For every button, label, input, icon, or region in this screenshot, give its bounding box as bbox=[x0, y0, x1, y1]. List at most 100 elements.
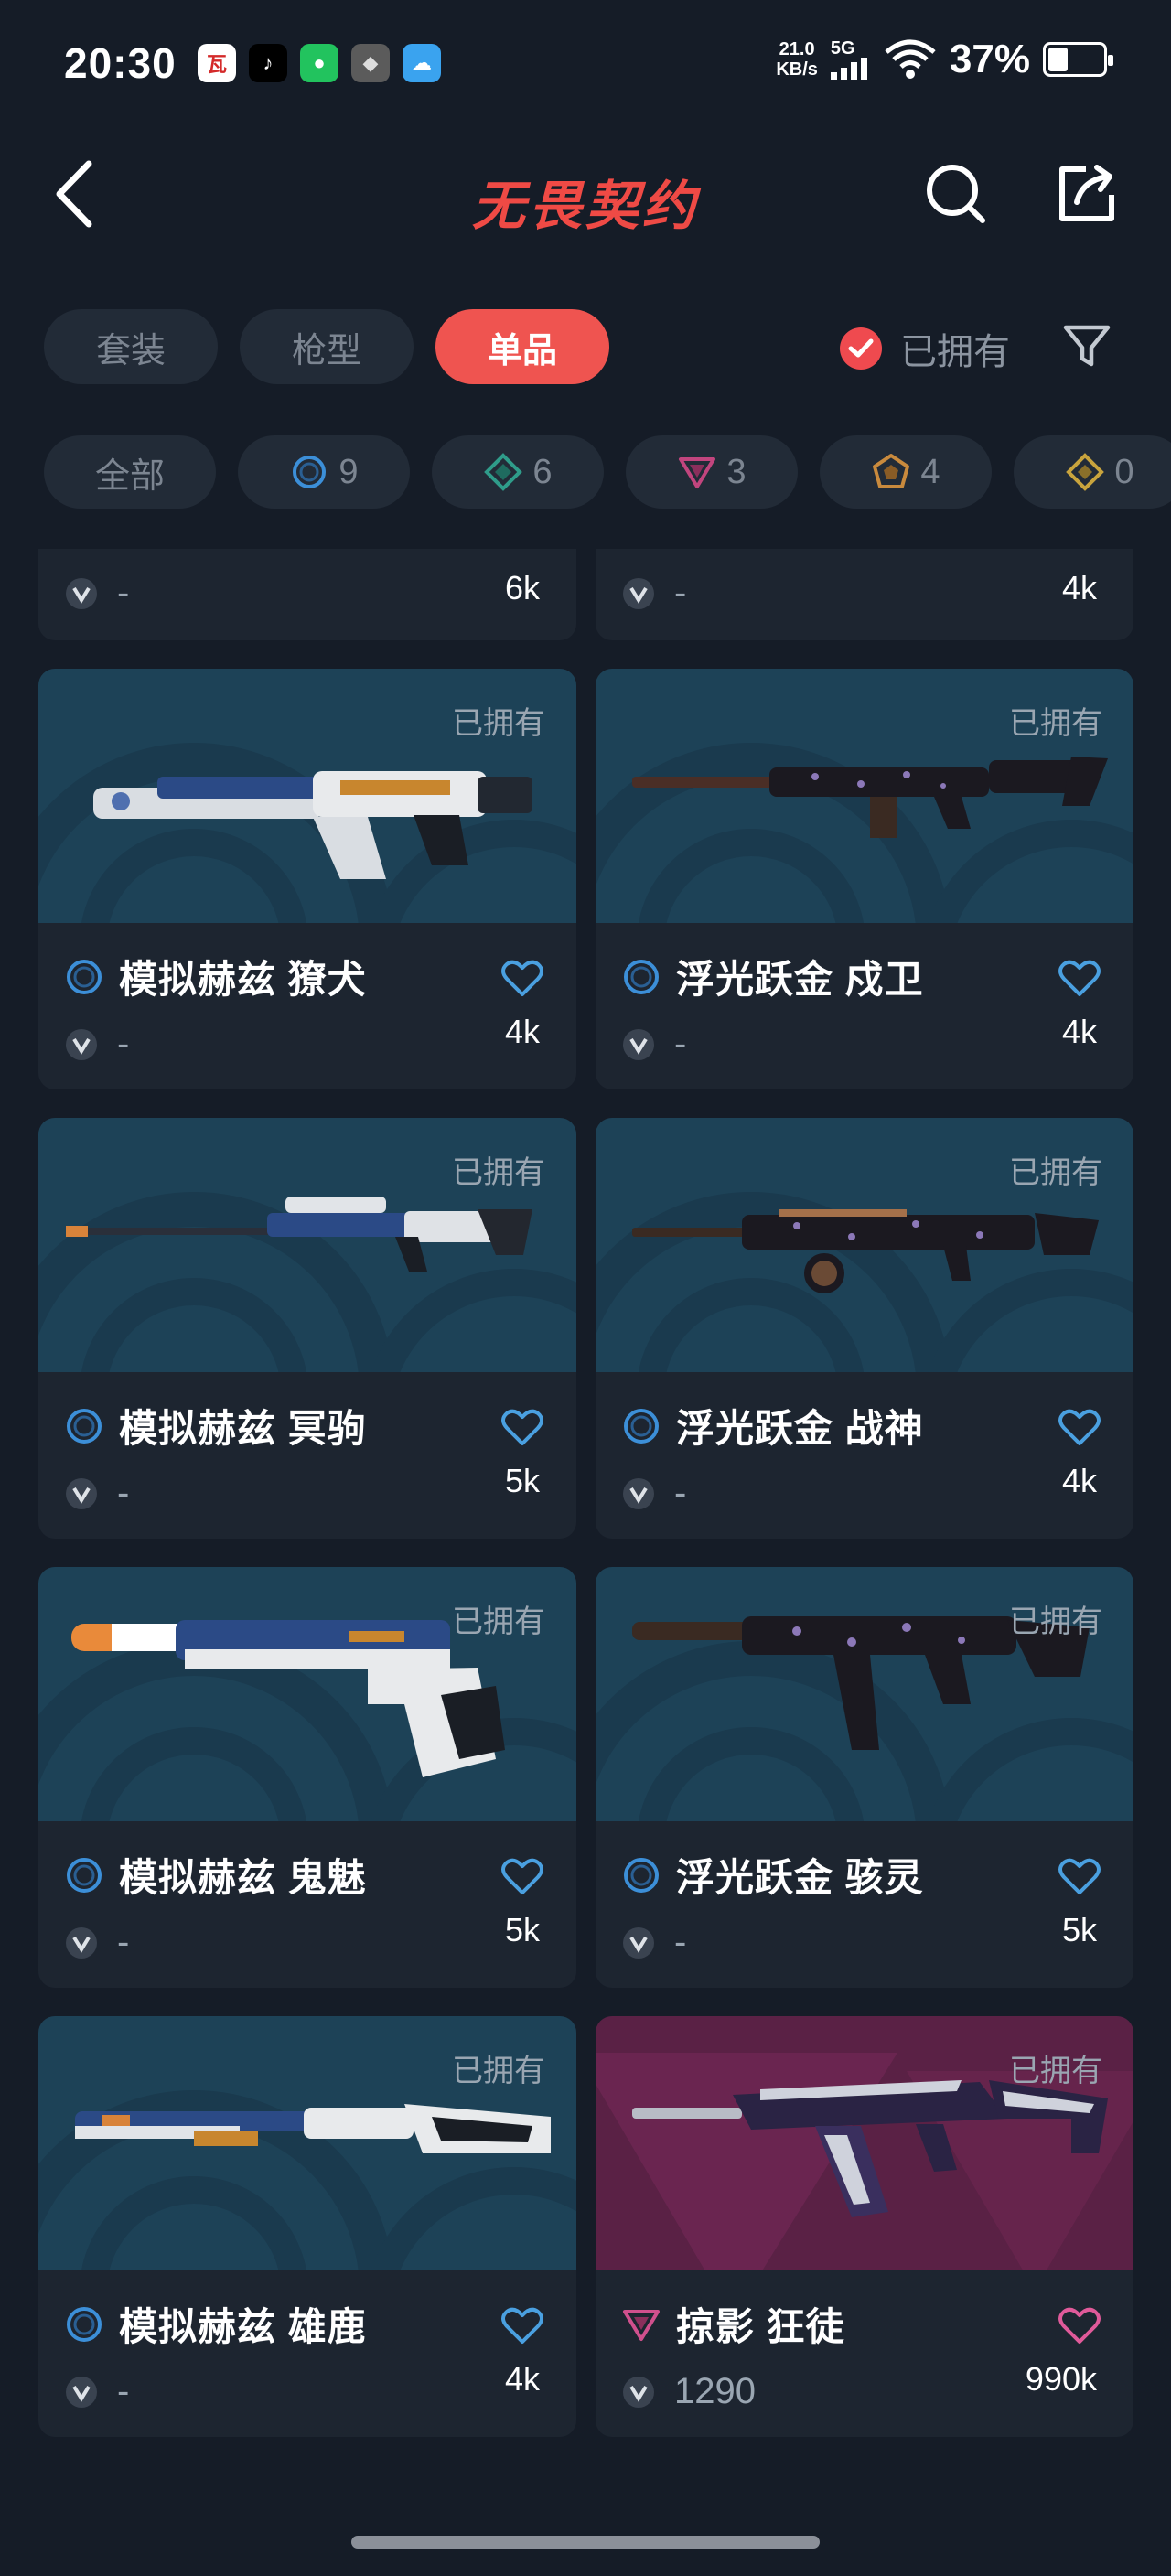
owned-badge: 已拥有 bbox=[452, 706, 545, 741]
item-title-row: 模拟赫兹 獠犬 bbox=[64, 949, 367, 1004]
vp-value: - bbox=[117, 1922, 130, 1962]
rarity-chip-count: 6 bbox=[532, 452, 553, 491]
tab-single-items[interactable]: 单品 bbox=[435, 309, 609, 384]
wechat-icon: ● bbox=[300, 44, 338, 82]
rarity-chip-count: 3 bbox=[726, 452, 747, 491]
item-price: 4k bbox=[504, 2360, 540, 2398]
favorite-heart-icon[interactable] bbox=[501, 1409, 543, 1447]
vp-icon bbox=[66, 1927, 97, 1959]
rarity-chip-all[interactable]: 全部 bbox=[44, 435, 216, 509]
vp-value: 1290 bbox=[674, 2371, 756, 2411]
vp-value: - bbox=[674, 1922, 687, 1962]
home-indicator[interactable] bbox=[351, 2536, 820, 2549]
item-price: 990k bbox=[1025, 2360, 1097, 2398]
select-tier-icon bbox=[67, 1857, 102, 1893]
tiktok-icon: ♪ bbox=[249, 44, 287, 82]
item-grid: - 6k - 4k 已拥有 模拟赫兹 獠犬 -4k 已拥有 浮光跃金 戍卫 -4k 已拥有模… bbox=[0, 549, 1171, 2442]
battery-level bbox=[1048, 48, 1069, 71]
vp-row: - bbox=[621, 1473, 686, 1514]
battery-percent: 37% bbox=[949, 37, 1030, 81]
favorite-heart-icon[interactable] bbox=[501, 2307, 543, 2345]
item-card[interactable]: 已拥有 模拟赫兹 雄鹿 - 4k bbox=[38, 2016, 576, 2437]
item-image: 已拥有 bbox=[38, 1567, 576, 1821]
search-button[interactable] bbox=[919, 157, 993, 231]
status-bar: 20:30 瓦 ♪ ● ◆ ☁ 21.0 KB/s 5G 37% bbox=[0, 0, 1171, 128]
vp-value: - bbox=[117, 2371, 130, 2411]
item-card[interactable]: 已拥有浮光跃金 战神 - 4k bbox=[596, 1118, 1133, 1539]
item-image: 已拥有 bbox=[38, 2016, 576, 2270]
item-image: 已拥有 bbox=[38, 1118, 576, 1372]
rarity-filter-row: 全部 9 6 3 4 0 bbox=[44, 435, 1171, 509]
item-title-row: 掠影 狂徒 bbox=[621, 2296, 845, 2352]
partial-item-card[interactable]: - 6k bbox=[38, 549, 576, 640]
select-tier-icon bbox=[293, 456, 327, 488]
share-button[interactable] bbox=[1050, 157, 1123, 231]
vp-icon bbox=[66, 1028, 97, 1060]
item-name: 模拟赫兹 獠犬 bbox=[119, 958, 367, 1001]
item-name: 浮光跃金 骇灵 bbox=[676, 1856, 924, 1899]
partial-item-card[interactable]: - 4k bbox=[596, 549, 1133, 640]
vp-icon bbox=[623, 2376, 654, 2408]
vp-row: - bbox=[621, 1024, 686, 1065]
rarity-chip-count: 4 bbox=[920, 452, 940, 491]
item-title-row: 浮光跃金 骇灵 bbox=[621, 1847, 924, 1903]
item-card[interactable]: 已拥有 掠影 狂徒 1290 990k bbox=[596, 2016, 1133, 2437]
rarity-chip-count: 9 bbox=[338, 452, 359, 491]
vp-icon bbox=[623, 1927, 654, 1959]
item-price: 5k bbox=[504, 1911, 540, 1948]
rarity-chip-premium[interactable]: 3 bbox=[626, 435, 798, 509]
owned-filter-toggle[interactable]: 已拥有 bbox=[840, 322, 1010, 375]
item-card[interactable]: 已拥有 模拟赫兹 獠犬 - 4k bbox=[38, 669, 576, 1089]
vp-icon bbox=[66, 2376, 97, 2408]
tab-bundles[interactable]: 套装 bbox=[44, 309, 218, 384]
item-price: 4k bbox=[1061, 1462, 1097, 1499]
vp-row: - bbox=[64, 2371, 129, 2412]
rarity-chip-ultra[interactable]: 0 bbox=[1014, 435, 1171, 509]
status-time: 20:30 bbox=[64, 39, 177, 87]
rarity-chip-select[interactable]: 9 bbox=[238, 435, 410, 509]
select-tier-icon bbox=[67, 2306, 102, 2342]
favorite-heart-icon[interactable] bbox=[1058, 2307, 1101, 2345]
item-name: 模拟赫兹 冥驹 bbox=[119, 1407, 367, 1450]
item-card[interactable]: 已拥有 浮光跃金 戍卫 - 4k bbox=[596, 669, 1133, 1089]
item-card[interactable]: 已拥有 浮光跃金 骇灵 - 5k bbox=[596, 1567, 1133, 1988]
favorite-heart-icon[interactable] bbox=[501, 1858, 543, 1896]
item-price: 4k bbox=[1061, 569, 1097, 606]
vp-row: - bbox=[64, 1473, 129, 1514]
rarity-chip-deluxe[interactable]: 6 bbox=[432, 435, 604, 509]
select-tier-icon bbox=[624, 1408, 659, 1444]
vp-value: - bbox=[117, 1024, 130, 1064]
owned-badge: 已拥有 bbox=[1009, 706, 1102, 741]
vp-row: 1290 bbox=[621, 2371, 756, 2412]
favorite-heart-icon[interactable] bbox=[1058, 1858, 1101, 1896]
exclusive-tier-icon bbox=[873, 454, 910, 488]
owned-filter-label: 已拥有 bbox=[900, 332, 1010, 372]
favorite-heart-icon[interactable] bbox=[501, 960, 543, 998]
item-name: 模拟赫兹 鬼魅 bbox=[119, 1856, 367, 1899]
rarity-chip-exclusive[interactable]: 4 bbox=[820, 435, 992, 509]
item-image: 已拥有 bbox=[596, 1118, 1133, 1372]
vp-icon bbox=[623, 1477, 654, 1509]
filter-icon[interactable] bbox=[1061, 320, 1112, 371]
item-price: 5k bbox=[504, 1462, 540, 1499]
network-type: 5G bbox=[830, 38, 855, 59]
item-name: 浮光跃金 戍卫 bbox=[676, 958, 924, 1001]
vp-row: - bbox=[64, 1922, 129, 1963]
select-tier-icon bbox=[67, 1408, 102, 1444]
owned-badge: 已拥有 bbox=[1009, 1605, 1102, 1639]
owned-badge: 已拥有 bbox=[452, 1605, 545, 1639]
item-card[interactable]: 已拥有模拟赫兹 鬼魅 - 5k bbox=[38, 1567, 576, 1988]
tab-weapon-types[interactable]: 枪型 bbox=[240, 309, 414, 384]
item-title-row: 模拟赫兹 冥驹 bbox=[64, 1398, 367, 1454]
rarity-chip-label: 全部 bbox=[94, 456, 165, 496]
item-card[interactable]: 已拥有模拟赫兹 冥驹 - 5k bbox=[38, 1118, 576, 1539]
favorite-heart-icon[interactable] bbox=[1058, 1409, 1101, 1447]
select-tier-icon bbox=[67, 959, 102, 994]
vp-icon bbox=[623, 1028, 654, 1060]
item-title-row: 浮光跃金 战神 bbox=[621, 1398, 924, 1454]
vp-value: - bbox=[117, 573, 130, 613]
game-avatar-icon: ◆ bbox=[351, 44, 390, 82]
favorite-heart-icon[interactable] bbox=[1058, 960, 1101, 998]
item-title-row: 模拟赫兹 鬼魅 bbox=[64, 1847, 367, 1903]
weather-icon: ☁ bbox=[403, 44, 441, 82]
